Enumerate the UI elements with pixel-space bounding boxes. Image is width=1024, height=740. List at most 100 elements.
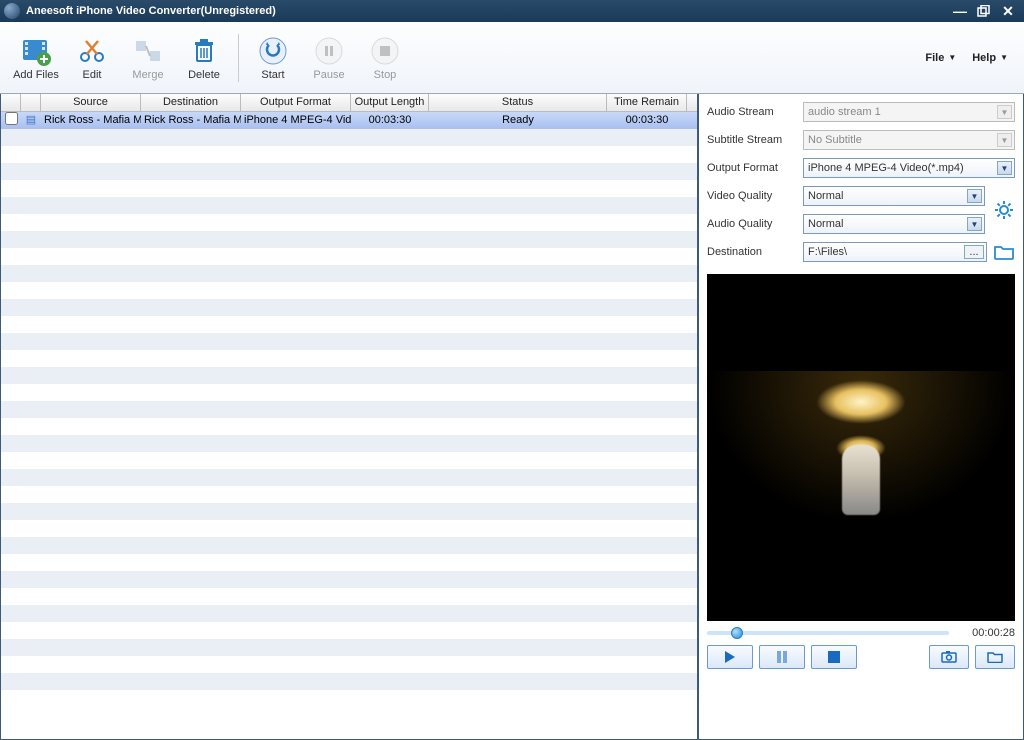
snapshot-button[interactable] [929, 645, 969, 669]
play-button[interactable] [707, 645, 753, 669]
col-end [687, 94, 697, 111]
col-time-remain[interactable]: Time Remain [607, 94, 687, 111]
table-row[interactable] [1, 520, 697, 537]
table-row[interactable] [1, 197, 697, 214]
chevron-down-icon: ▼ [967, 217, 982, 231]
camera-icon [941, 651, 957, 663]
start-button[interactable]: Start [245, 26, 301, 90]
table-row[interactable] [1, 503, 697, 520]
merge-label: Merge [132, 69, 163, 81]
seek-track[interactable] [707, 631, 949, 635]
col-output-format[interactable]: Output Format [241, 94, 351, 111]
table-row[interactable] [1, 537, 697, 554]
row-output-format: iPhone 4 MPEG-4 Video( [241, 112, 351, 129]
edit-button[interactable]: Edit [64, 26, 120, 90]
file-list-panel: Source Destination Output Format Output … [1, 94, 699, 739]
file-menu[interactable]: File▼ [917, 48, 964, 68]
stop-label: Stop [374, 69, 397, 81]
gear-icon [994, 200, 1014, 220]
table-row[interactable] [1, 214, 697, 231]
table-row[interactable] [1, 129, 697, 146]
folder-icon [987, 651, 1003, 663]
chevron-down-icon: ▼ [997, 105, 1012, 119]
output-format-select[interactable]: iPhone 4 MPEG-4 Video(*.mp4)▼ [803, 158, 1015, 178]
browse-button[interactable]: ... [964, 245, 984, 259]
pause-icon [313, 35, 345, 67]
subtitle-stream-select[interactable]: No Subtitle▼ [803, 130, 1015, 150]
snapshot-folder-button[interactable] [975, 645, 1015, 669]
video-quality-select[interactable]: Normal▼ [803, 186, 985, 206]
table-row[interactable] [1, 401, 697, 418]
row-output-length: 00:03:30 [351, 112, 429, 129]
table-row[interactable] [1, 316, 697, 333]
delete-button[interactable]: Delete [176, 26, 232, 90]
col-source[interactable]: Source [41, 94, 141, 111]
app-icon [4, 3, 20, 19]
table-row[interactable] [1, 333, 697, 350]
table-row[interactable] [1, 231, 697, 248]
audio-quality-label: Audio Quality [707, 218, 803, 230]
chevron-down-icon: ▼ [997, 161, 1012, 175]
table-row[interactable] [1, 299, 697, 316]
maximize-button[interactable] [972, 2, 996, 20]
table-row[interactable] [1, 571, 697, 588]
preview-scene [707, 371, 1015, 524]
table-row[interactable] [1, 622, 697, 639]
table-row[interactable]: ▤Rick Ross - Mafia MuRick Ross - Mafia M… [1, 112, 697, 129]
delete-label: Delete [188, 69, 220, 81]
merge-button[interactable]: Merge [120, 26, 176, 90]
chevron-down-icon: ▼ [997, 133, 1012, 147]
player-stop-button[interactable] [811, 645, 857, 669]
table-row[interactable] [1, 367, 697, 384]
row-checkbox[interactable] [1, 112, 21, 129]
start-icon [257, 35, 289, 67]
scissors-icon [76, 35, 108, 67]
video-preview[interactable] [707, 274, 1015, 621]
add-files-button[interactable]: Add Files [8, 26, 64, 90]
seek-bar: 00:00:28 [707, 627, 1015, 639]
table-row[interactable] [1, 163, 697, 180]
table-row[interactable] [1, 656, 697, 673]
stop-button[interactable]: Stop [357, 26, 413, 90]
table-row[interactable] [1, 605, 697, 622]
close-button[interactable]: ✕ [996, 2, 1020, 20]
audio-stream-select[interactable]: audio stream 1▼ [803, 102, 1015, 122]
audio-quality-value: Normal [808, 218, 843, 230]
table-row[interactable] [1, 554, 697, 571]
table-row[interactable] [1, 146, 697, 163]
table-row[interactable] [1, 248, 697, 265]
table-row[interactable] [1, 350, 697, 367]
table-row[interactable] [1, 418, 697, 435]
table-row[interactable] [1, 588, 697, 605]
pause-button[interactable]: Pause [301, 26, 357, 90]
table-row[interactable] [1, 384, 697, 401]
help-menu[interactable]: Help▼ [964, 48, 1016, 68]
player-pause-button[interactable] [759, 645, 805, 669]
table-row[interactable] [1, 639, 697, 656]
row-time-remain: 00:03:30 [607, 112, 687, 129]
table-row[interactable] [1, 486, 697, 503]
table-row[interactable] [1, 469, 697, 486]
table-row[interactable] [1, 452, 697, 469]
settings-button[interactable] [993, 199, 1015, 221]
destination-input[interactable]: F:\Files\... [803, 242, 987, 262]
table-row[interactable] [1, 265, 697, 282]
file-list-body[interactable]: ▤Rick Ross - Mafia MuRick Ross - Mafia M… [1, 112, 697, 739]
col-destination[interactable]: Destination [141, 94, 241, 111]
col-checkbox[interactable] [1, 94, 21, 111]
add-files-label: Add Files [13, 69, 59, 81]
table-row[interactable] [1, 180, 697, 197]
audio-quality-select[interactable]: Normal ▼ [803, 214, 985, 234]
table-row[interactable] [1, 282, 697, 299]
chevron-down-icon: ▼ [948, 53, 956, 62]
table-row[interactable] [1, 435, 697, 452]
minimize-button[interactable]: — [948, 2, 972, 20]
open-folder-button[interactable] [993, 242, 1015, 262]
edit-label: Edit [83, 69, 102, 81]
col-status[interactable]: Status [429, 94, 607, 111]
playback-time: 00:00:28 [957, 627, 1015, 639]
titlebar: Aneesoft iPhone Video Converter(Unregist… [0, 0, 1024, 22]
seek-thumb[interactable] [731, 627, 743, 639]
col-output-length[interactable]: Output Length [351, 94, 429, 111]
table-row[interactable] [1, 673, 697, 690]
